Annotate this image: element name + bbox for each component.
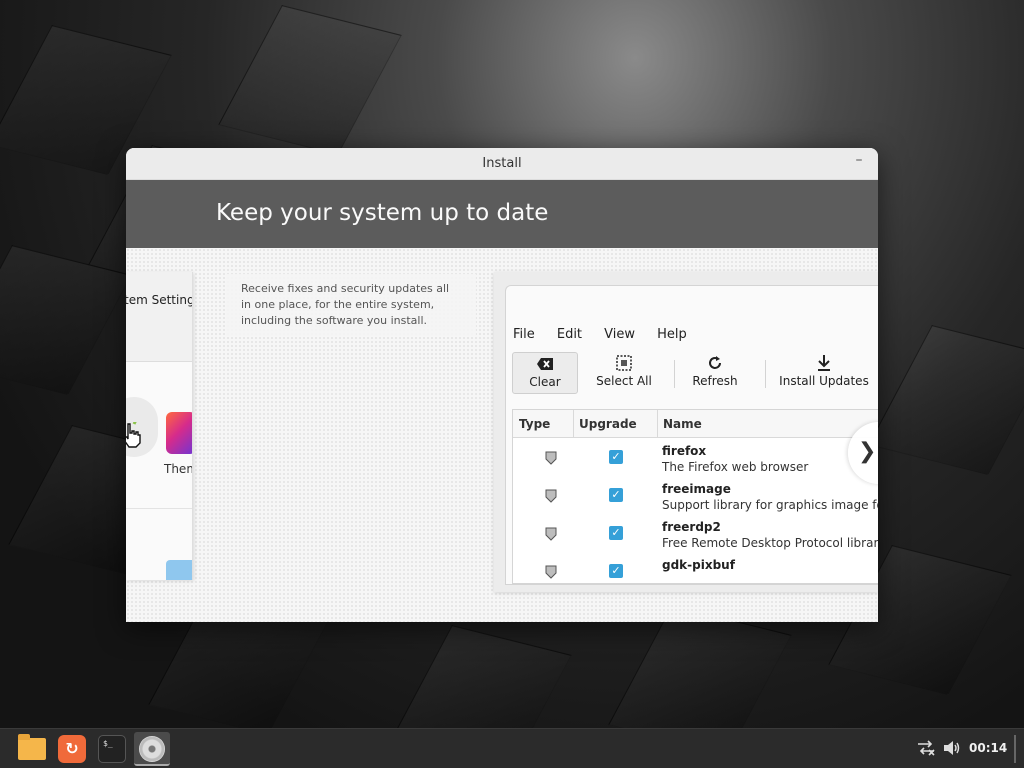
taskbar-software[interactable]: ↻ bbox=[54, 732, 90, 766]
updates-table: Type Upgrade Name ✓ firefox The Firefox … bbox=[512, 409, 878, 584]
wallpaper-cube bbox=[868, 325, 1024, 475]
toolbar-separator bbox=[674, 360, 675, 388]
themes-label: Them bbox=[164, 462, 192, 476]
upgrade-checkbox[interactable]: ✓ bbox=[609, 526, 623, 540]
wallpaper-cube bbox=[388, 625, 572, 728]
column-upgrade[interactable]: Upgrade bbox=[579, 417, 637, 431]
wallpaper-cube bbox=[608, 605, 792, 728]
minimize-button[interactable]: – bbox=[850, 153, 868, 171]
table-row[interactable]: ✓ firefox The Firefox web browser bbox=[513, 438, 878, 476]
menu-view[interactable]: View bbox=[604, 327, 635, 342]
taskbar-files[interactable] bbox=[14, 732, 50, 766]
slide-content: tem Setting Them Receive fixes and secur… bbox=[126, 248, 878, 622]
show-desktop-button[interactable] bbox=[1014, 735, 1016, 763]
shield-icon bbox=[545, 527, 557, 541]
volume-icon[interactable] bbox=[943, 740, 961, 760]
disc-icon bbox=[139, 736, 165, 762]
package-name: firefox bbox=[662, 444, 707, 458]
shield-icon bbox=[545, 489, 557, 503]
toolbar-separator bbox=[765, 360, 766, 388]
clear-button[interactable]: Clear bbox=[512, 352, 578, 394]
clear-label: Clear bbox=[529, 375, 561, 389]
package-description: The Firefox web browser bbox=[662, 460, 809, 474]
taskbar-installer[interactable] bbox=[134, 732, 170, 766]
upgrade-checkbox[interactable]: ✓ bbox=[609, 564, 623, 578]
software-icon: ↻ bbox=[58, 735, 86, 763]
package-name: freerdp2 bbox=[662, 520, 721, 534]
column-type[interactable]: Type bbox=[519, 417, 550, 431]
taskbar: ↻ $_ 00:14 bbox=[0, 728, 1024, 768]
select-all-label: Select All bbox=[596, 374, 652, 388]
themes-icon bbox=[166, 412, 192, 454]
refresh-label: Refresh bbox=[692, 374, 738, 388]
folder-icon bbox=[18, 734, 46, 760]
refresh-icon bbox=[684, 352, 746, 374]
hand-pointer-icon bbox=[126, 422, 141, 448]
table-row[interactable]: ✓ freeimage Support library for graphics… bbox=[513, 476, 878, 514]
update-manager-preview: File Edit View Help Clear Select All Ref… bbox=[494, 272, 878, 592]
upgrade-checkbox[interactable]: ✓ bbox=[609, 488, 623, 502]
window-title: Install bbox=[482, 156, 522, 171]
table-row[interactable]: ✓ freerdp2 Free Remote Desktop Protocol … bbox=[513, 514, 878, 552]
install-updates-button[interactable]: Install Updates bbox=[774, 352, 874, 394]
window-titlebar[interactable]: Install – bbox=[126, 148, 878, 180]
menu-bar: File Edit View Help bbox=[513, 323, 704, 342]
select-all-button[interactable]: Select All bbox=[588, 352, 660, 394]
slide-banner: Keep your system up to date bbox=[126, 180, 878, 248]
update-manager-window: File Edit View Help Clear Select All Ref… bbox=[505, 285, 878, 585]
column-separator bbox=[573, 410, 574, 438]
wallpaper-cube bbox=[218, 5, 402, 155]
table-header: Type Upgrade Name bbox=[513, 410, 878, 438]
preview-header-text: tem Setting bbox=[126, 293, 193, 307]
shield-icon bbox=[545, 565, 557, 579]
taskbar-terminal[interactable]: $_ bbox=[94, 732, 130, 766]
column-name[interactable]: Name bbox=[663, 417, 702, 431]
table-row[interactable]: ✓ gdk-pixbuf bbox=[513, 552, 878, 583]
backspace-icon bbox=[513, 353, 577, 375]
refresh-button[interactable]: Refresh bbox=[684, 352, 746, 394]
slide-heading: Keep your system up to date bbox=[216, 200, 549, 226]
menu-help[interactable]: Help bbox=[657, 327, 687, 342]
install-window: Install – Keep your system up to date te… bbox=[126, 148, 878, 622]
select-all-icon bbox=[588, 352, 660, 374]
shield-icon bbox=[545, 451, 557, 465]
package-description: Free Remote Desktop Protocol librar bbox=[662, 536, 878, 550]
package-name: freeimage bbox=[662, 482, 731, 496]
preview-divider bbox=[126, 508, 192, 509]
install-updates-label: Install Updates bbox=[779, 374, 869, 388]
terminal-icon: $_ bbox=[98, 735, 126, 763]
package-description: Support library for graphics image fo bbox=[662, 498, 878, 512]
toolbar: Clear Select All Refresh Install Updates bbox=[512, 352, 878, 396]
upgrade-checkbox[interactable]: ✓ bbox=[609, 450, 623, 464]
menu-edit[interactable]: Edit bbox=[557, 327, 582, 342]
slide-description: Receive fixes and security updates all i… bbox=[226, 274, 476, 336]
system-settings-preview: tem Setting Them bbox=[126, 272, 193, 580]
folder-icon bbox=[166, 560, 192, 580]
preview-header: tem Setting bbox=[126, 272, 192, 362]
menu-file[interactable]: File bbox=[513, 327, 535, 342]
network-icon[interactable] bbox=[917, 740, 935, 760]
download-icon bbox=[774, 352, 874, 374]
clock[interactable]: 00:14 bbox=[969, 741, 1007, 755]
column-separator bbox=[657, 410, 658, 438]
package-name: gdk-pixbuf bbox=[662, 558, 735, 572]
